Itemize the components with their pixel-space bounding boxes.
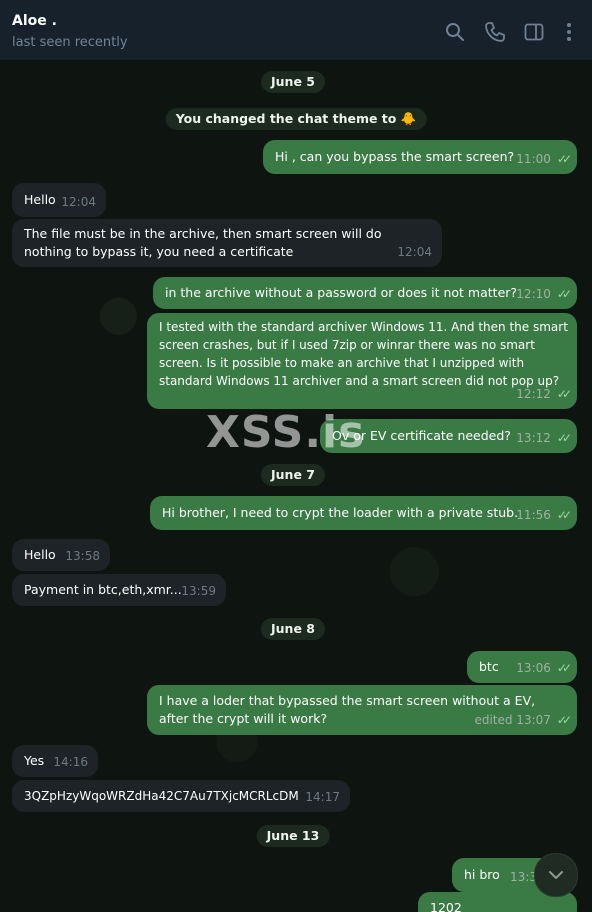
message-outgoing[interactable]: btc 13:06 ✓✓: [467, 651, 577, 683]
message-time: 13:06 ✓✓: [516, 661, 572, 675]
message-incoming[interactable]: Yes 14:16: [12, 745, 98, 777]
message-time: 14:16: [53, 755, 88, 769]
message-outgoing[interactable]: Hi , can you bypass the smart screen? 11…: [263, 140, 577, 174]
chat-status: last seen recently: [12, 35, 128, 50]
double-check-icon: ✓✓: [556, 508, 572, 522]
message-time: 11:56 ✓✓: [516, 508, 572, 522]
message-outgoing[interactable]: Hi brother, I need to crypt the loader w…: [150, 496, 577, 530]
search-icon[interactable]: [443, 20, 467, 44]
more-vert-icon[interactable]: [557, 20, 581, 44]
message-time: 11:00 ✓✓: [516, 152, 572, 166]
message-time: 13:12 ✓✓: [516, 431, 572, 445]
chevron-down-icon: [549, 871, 563, 879]
message-time: 13:59: [181, 584, 216, 598]
message-time: 12:10 ✓✓: [516, 287, 572, 301]
message-text: 1202: [430, 900, 462, 912]
message-text: The file must be in the archive, then sm…: [24, 226, 382, 259]
message-time: 13:3: [510, 870, 537, 884]
service-message: You changed the chat theme to 🐥: [165, 108, 427, 130]
sidebar-toggle-icon[interactable]: [522, 20, 546, 44]
message-incoming[interactable]: Hello 12:04: [12, 183, 106, 217]
message-text: in the archive without a password or doe…: [165, 285, 518, 300]
double-check-icon: ✓✓: [556, 713, 572, 727]
message-incoming[interactable]: 3QZpHzyWqoWRZdHa42C7Au7TXjcMCRLcDM 14:17: [12, 780, 350, 812]
date-separator: June 7: [261, 464, 325, 486]
date-separator: June 13: [256, 825, 330, 847]
message-outgoing[interactable]: I tested with the standard archiver Wind…: [147, 313, 577, 409]
message-time: 12:04: [397, 245, 432, 259]
message-incoming[interactable]: Payment in btc,eth,xmr... 13:59: [12, 574, 226, 606]
date-separator: June 5: [261, 71, 325, 93]
message-text: Hi brother, I need to crypt the loader w…: [162, 505, 519, 520]
chat-header: Aloe . last seen recently: [0, 0, 592, 61]
double-check-icon: ✓✓: [556, 152, 572, 166]
chat-title[interactable]: Aloe .: [12, 13, 57, 29]
date-separator: June 8: [261, 618, 325, 640]
message-text: 3QZpHzyWqoWRZdHa42C7Au7TXjcMCRLcDM: [24, 789, 299, 803]
message-outgoing[interactable]: Ov or EV certificate needed? 13:12 ✓✓: [320, 419, 577, 453]
message-text: I tested with the standard archiver Wind…: [159, 320, 568, 388]
chat-area[interactable]: June 5 You changed the chat theme to 🐥 H…: [0, 61, 592, 912]
message-outgoing[interactable]: I have a loder that bypassed the smart s…: [147, 685, 577, 735]
double-check-icon: ✓✓: [556, 287, 572, 301]
scroll-to-bottom-button[interactable]: [534, 853, 578, 897]
phone-icon[interactable]: [483, 20, 507, 44]
message-time: 12:12 ✓✓: [516, 387, 572, 401]
double-check-icon: ✓✓: [556, 387, 572, 401]
message-time: 12:04: [61, 195, 96, 209]
message-outgoing[interactable]: in the archive without a password or doe…: [153, 277, 577, 309]
message-time: 14:17: [305, 790, 340, 804]
message-time: edited 13:07 ✓✓: [474, 713, 572, 727]
double-check-icon: ✓✓: [556, 431, 572, 445]
message-incoming[interactable]: Hello 13:58: [12, 539, 110, 571]
message-incoming[interactable]: The file must be in the archive, then sm…: [12, 219, 442, 267]
message-time: 13:58: [65, 549, 100, 563]
double-check-icon: ✓✓: [556, 661, 572, 675]
